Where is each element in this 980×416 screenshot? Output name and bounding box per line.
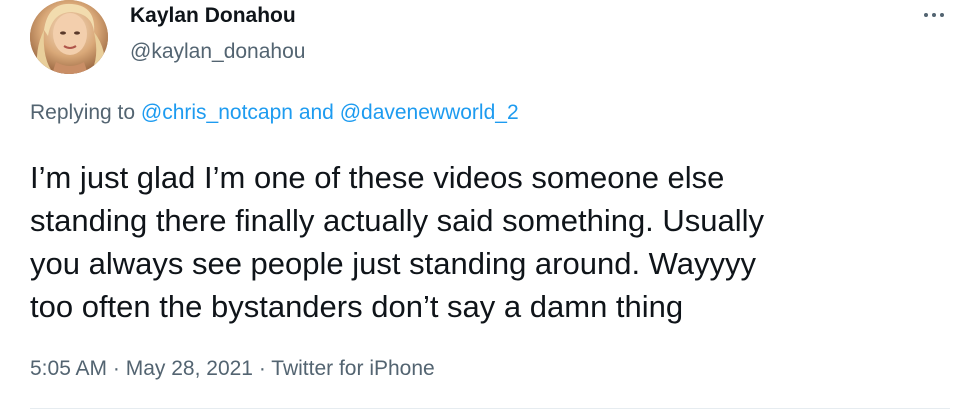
mention-link[interactable]: @davenewworld_2 [340,101,519,124]
tweet-time[interactable]: 5:05 AM [30,357,107,380]
tweet-date[interactable]: May 28, 2021 [126,357,253,380]
author-handle[interactable]: @kaylan_donahou [130,40,305,64]
tweet-card: Kaylan Donahou @kaylan_donahou Replying … [0,0,980,416]
more-horizontal-icon-dot [932,13,936,17]
tweet-text-line: standing there finally actually said som… [30,203,765,238]
tweet-source[interactable]: Twitter for iPhone [271,357,434,380]
author-name[interactable]: Kaylan Donahou [130,4,296,28]
more-horizontal-icon [924,13,928,17]
mention-link[interactable]: @chris_notcapn [141,101,293,124]
replying-to: Replying to @chris_notcapn and @daveneww… [30,101,519,125]
replying-to-prefix: Replying to [30,101,141,124]
divider [30,408,950,409]
avatar-image [30,0,108,74]
avatar[interactable] [30,0,108,74]
meta-separator: · [107,357,126,380]
tweet-meta: 5:05 AM · May 28, 2021 · Twitter for iPh… [30,357,435,381]
tweet-text-line: you always see people just standing arou… [30,246,757,281]
replying-to-conjunction: and [292,101,340,124]
tweet-text: I’m just glad I’m one of these videos so… [30,156,950,328]
more-horizontal-icon-dot [940,13,944,17]
tweet-text-line: too often the bystanders don’t say a dam… [30,289,684,324]
meta-separator: · [253,357,272,380]
more-options-button[interactable] [916,0,952,30]
tweet-text-line: I’m just glad I’m one of these videos so… [30,160,725,195]
